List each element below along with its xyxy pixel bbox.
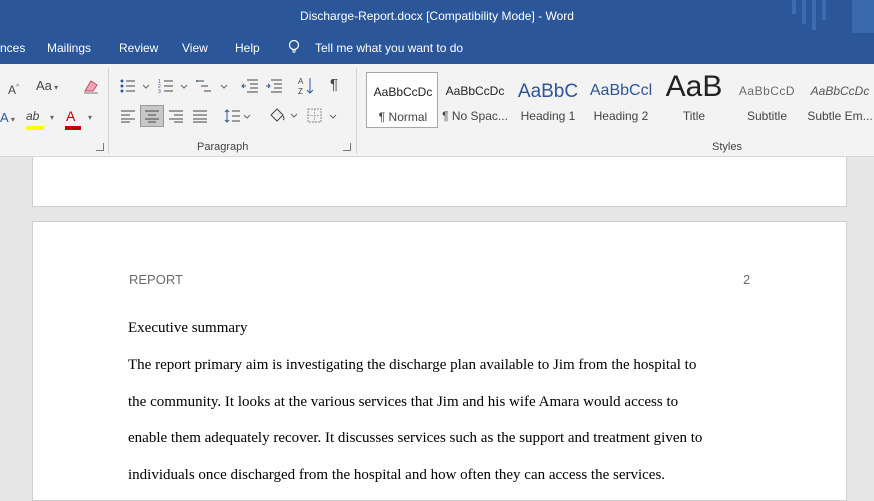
style-sample: AaBbCcDc xyxy=(373,85,433,99)
svg-text:3: 3 xyxy=(158,89,161,94)
style-name: Heading 1 xyxy=(520,109,576,123)
style-heading-2[interactable]: AaBbCcl Heading 2 xyxy=(585,72,657,128)
style-title[interactable]: AaB Title xyxy=(658,72,730,128)
tell-me-search[interactable]: Tell me what you want to do xyxy=(315,41,463,55)
tab-review[interactable]: Review xyxy=(119,41,158,55)
clear-formatting-icon[interactable] xyxy=(82,77,100,99)
group-separator xyxy=(108,68,109,154)
change-case-button[interactable]: Aa ▾ xyxy=(36,78,58,96)
highlight-label: ab xyxy=(26,109,40,123)
page-number: 2 xyxy=(743,272,751,287)
style-name: Title xyxy=(682,109,706,123)
page-header-title: REPORT xyxy=(129,272,183,287)
highlight-color-bar xyxy=(26,126,44,130)
style-sample: AaBbCcD xyxy=(738,84,796,98)
line-spacing-icon[interactable] xyxy=(224,108,252,128)
tab-references[interactable]: nces xyxy=(0,41,25,55)
decrease-indent-icon[interactable] xyxy=(241,78,259,98)
style-name: Heading 2 xyxy=(593,109,649,123)
ribbon: A^ Aa ▾ A ▾ ab ▾ A ▾ 123 AZ ¶ Paragraph … xyxy=(0,64,874,157)
numbering-icon[interactable]: 123 xyxy=(158,78,188,98)
current-page[interactable]: REPORT 2 Executive summary The report pr… xyxy=(32,221,847,501)
font-dialog-launcher[interactable] xyxy=(96,143,104,151)
grow-font-label: A xyxy=(8,83,17,97)
style-subtle-emphasis[interactable]: AaBbCcDc Subtle Em... xyxy=(804,72,874,128)
lightbulb-icon xyxy=(288,39,300,58)
title-decoration xyxy=(822,0,826,20)
svg-text:A: A xyxy=(298,77,304,86)
justify-icon[interactable] xyxy=(192,109,208,127)
paragraph-line[interactable]: individuals once discharged from the hos… xyxy=(128,467,665,484)
show-formatting-marks-icon[interactable]: ¶ xyxy=(330,77,338,93)
section-heading[interactable]: Executive summary xyxy=(128,320,248,337)
style-no-spacing[interactable]: AaBbCcDc ¶ No Spac... xyxy=(439,72,511,128)
style-name: Subtitle xyxy=(746,109,788,123)
sort-icon[interactable]: AZ xyxy=(298,76,314,100)
style-sample: AaBbCcDc xyxy=(445,84,505,98)
shading-icon[interactable] xyxy=(268,107,300,129)
style-name: Subtle Em... xyxy=(807,109,873,123)
text-effects-icon[interactable]: A ▾ xyxy=(0,110,15,128)
style-sample: AaB xyxy=(665,72,723,103)
title-decoration xyxy=(802,0,806,24)
tab-mailings[interactable]: Mailings xyxy=(47,41,91,55)
highlight-color-button[interactable]: ab ▾ xyxy=(26,108,54,130)
style-name: ¶ Normal xyxy=(378,110,428,124)
title-decoration xyxy=(812,0,816,30)
paragraph-group-label: Paragraph xyxy=(197,141,249,153)
svg-text:Z: Z xyxy=(298,87,303,96)
font-color-label: A xyxy=(66,108,76,124)
align-center-button[interactable] xyxy=(140,105,164,127)
align-left-icon[interactable] xyxy=(120,109,136,127)
tab-view[interactable]: View xyxy=(182,41,208,55)
change-case-label: Aa xyxy=(36,78,52,93)
style-subtitle[interactable]: AaBbCcD Subtitle xyxy=(731,72,803,128)
title-bar: Discharge-Report.docx [Compatibility Mod… xyxy=(0,0,874,33)
previous-page[interactable] xyxy=(32,157,847,207)
font-color-bar xyxy=(65,126,81,130)
style-sample: AaBbCcDc xyxy=(810,84,870,98)
style-heading-1[interactable]: AaBbC Heading 1 xyxy=(512,72,584,128)
paragraph-line[interactable]: the community. It looks at the various s… xyxy=(128,394,678,411)
align-right-icon[interactable] xyxy=(168,109,184,127)
style-sample: AaBbCcl xyxy=(589,82,653,99)
style-normal[interactable]: AaBbCcDc ¶ Normal xyxy=(366,72,438,128)
paragraph-dialog-launcher[interactable] xyxy=(343,143,351,151)
document-canvas[interactable]: REPORT 2 Executive summary The report pr… xyxy=(0,157,874,501)
title-decoration xyxy=(852,0,874,33)
style-sample: AaBbC xyxy=(517,81,579,102)
bullets-icon[interactable] xyxy=(120,78,150,98)
title-decoration xyxy=(792,0,796,14)
style-name: ¶ No Spac... xyxy=(442,109,508,123)
tab-help[interactable]: Help xyxy=(235,41,260,55)
grow-font-button[interactable]: A^ xyxy=(8,80,19,98)
paragraph-line[interactable]: enable them adequately recover. It discu… xyxy=(128,430,702,447)
multilevel-list-icon[interactable] xyxy=(196,78,228,98)
borders-icon[interactable] xyxy=(307,108,339,128)
paragraph-line[interactable]: The report primary aim is investigating … xyxy=(128,357,696,374)
increase-indent-icon[interactable] xyxy=(265,78,283,98)
window-title: Discharge-Report.docx [Compatibility Mod… xyxy=(300,9,574,23)
styles-group-label: Styles xyxy=(712,141,742,153)
ribbon-tab-bar: nces Mailings Review View Help Tell me w… xyxy=(0,33,874,64)
font-color-button[interactable]: A ▾ xyxy=(65,108,92,130)
group-separator xyxy=(356,68,357,154)
